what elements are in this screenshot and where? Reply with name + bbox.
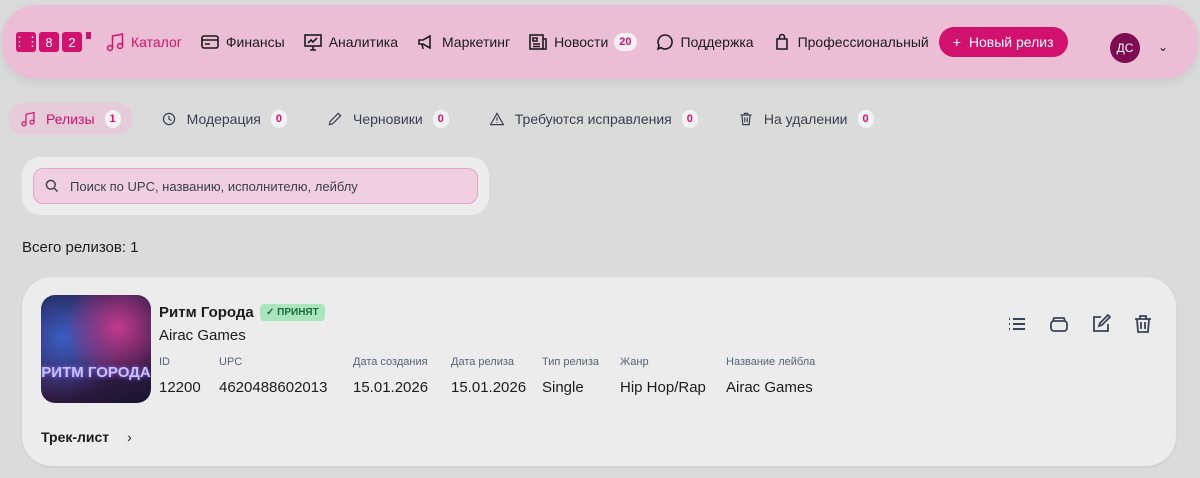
tab-releases[interactable]: Релизы 1	[8, 103, 133, 135]
new-release-button[interactable]: + Новый релиз	[938, 27, 1068, 57]
tab-count: 0	[857, 110, 874, 128]
release-artist: Airac Games	[159, 327, 246, 344]
top-nav: ⋮⋮ 8 2 Каталог Финансы Аналитика Маркети…	[2, 5, 1198, 79]
trash-icon[interactable]	[1132, 313, 1154, 335]
nav-news[interactable]: Новости 20	[528, 32, 637, 52]
tab-needs-fixes[interactable]: Требуются исправления 0	[477, 103, 710, 135]
field-release-date: Дата релиза 15.01.2026	[451, 356, 527, 396]
nav-support[interactable]: Поддержка	[655, 32, 754, 52]
new-release-label: Новый релиз	[968, 34, 1054, 50]
total-releases: Всего релизов: 1	[22, 239, 139, 256]
nav-label: Аналитика	[328, 34, 398, 50]
status-badge: ✓ ПРИНЯТ	[260, 304, 325, 321]
archive-icon[interactable]	[1048, 313, 1070, 335]
nav-analytics[interactable]: Аналитика	[303, 32, 398, 52]
nav-label: Финансы	[225, 34, 285, 50]
field-genre: Жанр Hip Hop/Rap	[620, 356, 706, 396]
pencil-icon	[328, 112, 342, 126]
warning-icon	[489, 112, 505, 126]
tab-count: 0	[270, 110, 288, 128]
chevron-right-icon: ›	[127, 429, 132, 445]
search-placeholder: Поиск по UPC, названию, исполнителю, лей…	[70, 178, 358, 194]
tab-label: Модерация	[186, 111, 261, 127]
search-panel: Поиск по UPC, названию, исполнителю, лей…	[22, 157, 489, 215]
field-type: Тип релиза Single	[542, 356, 599, 396]
nav-label: Профессиональный	[797, 34, 929, 50]
release-cover: РИТМ ГОРОДА	[41, 295, 151, 403]
nav-label: Поддержка	[680, 34, 754, 50]
edit-icon[interactable]	[1090, 313, 1112, 335]
tab-label: Релизы	[46, 111, 95, 127]
trash-icon	[740, 112, 752, 126]
tab-count: 0	[681, 110, 698, 128]
field-label: Название лейбла Airac Games	[726, 356, 816, 396]
tab-drafts[interactable]: Черновики 0	[315, 103, 461, 135]
logo-digit: 2	[62, 32, 82, 52]
nav-finance[interactable]: Финансы	[200, 32, 285, 52]
nav-marketing[interactable]: Маркетинг	[416, 32, 510, 52]
tracklist-toggle[interactable]: Трек-лист ›	[41, 429, 132, 445]
search-icon	[45, 179, 59, 193]
tab-count: 1	[104, 110, 121, 128]
tab-label: Требуются исправления	[514, 111, 672, 127]
release-card[interactable]: РИТМ ГОРОДА Ритм Города ✓ ПРИНЯТ Airac G…	[22, 277, 1176, 466]
chat-icon	[656, 34, 673, 51]
plus-icon: +	[952, 34, 961, 50]
chevron-down-icon[interactable]: ⌄	[1158, 40, 1168, 54]
news-badge: 20	[614, 33, 637, 51]
nav-label: Новости	[554, 34, 609, 50]
logo[interactable]: ⋮⋮ 8 2	[13, 32, 91, 52]
avatar[interactable]: ДС	[1110, 33, 1140, 63]
field-created: Дата создания 15.01.2026	[353, 356, 429, 396]
tracklist-label: Трек-лист	[41, 429, 110, 445]
nav-catalog[interactable]: Каталог	[105, 32, 182, 52]
release-title[interactable]: Ритм Города	[159, 304, 254, 321]
music-note-icon	[21, 111, 35, 127]
nav-professional[interactable]: Профессиональный	[772, 32, 929, 52]
cover-text: РИТМ ГОРОДА	[41, 364, 151, 381]
bag-icon	[775, 33, 788, 50]
field-id: ID 12200	[159, 356, 201, 396]
tab-label: На удалении	[763, 111, 848, 127]
tab-moderation[interactable]: Модерация 0	[149, 103, 299, 135]
field-upc: UPC 4620488602013	[219, 356, 328, 396]
nav-label: Маркетинг	[441, 34, 511, 50]
tab-label: Черновики	[353, 111, 423, 127]
logo-digit: 8	[39, 32, 59, 52]
megaphone-icon	[418, 34, 431, 50]
music-note-icon	[106, 33, 124, 52]
clock-icon	[162, 112, 175, 126]
chart-icon	[303, 34, 322, 51]
nav-label: Каталог	[131, 34, 182, 50]
tab-deletion[interactable]: На удалении 0	[726, 103, 886, 135]
tab-count: 0	[432, 110, 449, 128]
logo-flag	[86, 32, 91, 39]
search-input[interactable]: Поиск по UPC, названию, исполнителю, лей…	[33, 168, 478, 204]
card-icon	[201, 35, 219, 49]
news-icon	[529, 34, 547, 50]
logo-grid: ⋮⋮	[13, 32, 39, 52]
list-icon[interactable]	[1006, 313, 1028, 335]
release-tabs: Релизы 1 Модерация 0 Черновики 0 Требуются …	[8, 103, 902, 135]
